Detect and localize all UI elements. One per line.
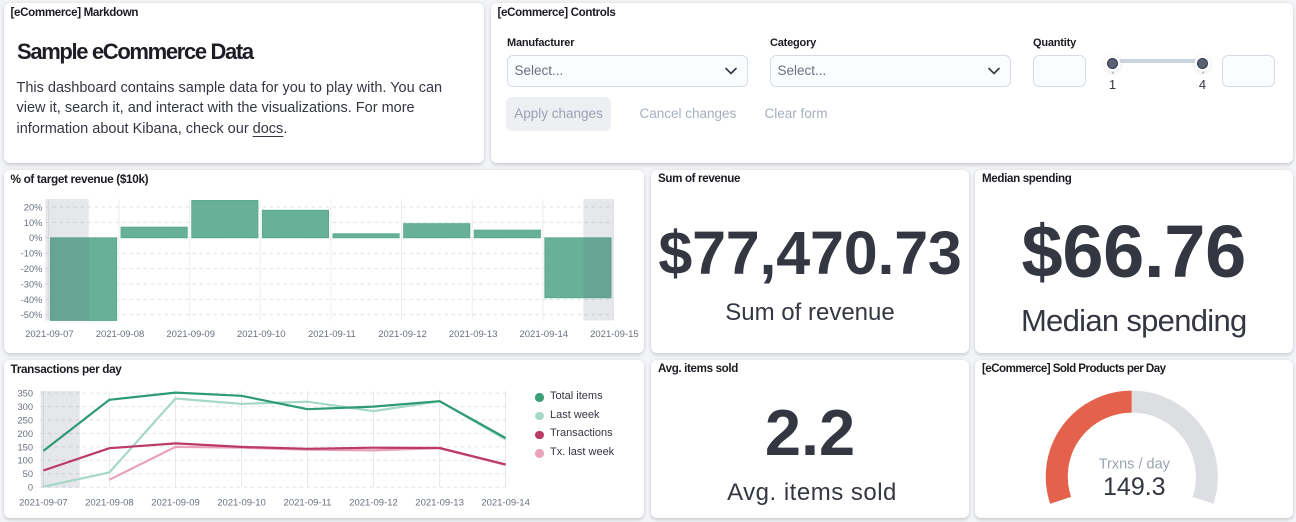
svg-text:250: 250 [17,415,33,425]
svg-text:0: 0 [27,483,32,493]
svg-text:2021-09-14: 2021-09-14 [481,497,530,508]
svg-text:10%: 10% [23,218,42,228]
svg-text:2021-09-13: 2021-09-13 [448,329,497,340]
svg-text:-20%: -20% [20,264,42,274]
svg-text:50: 50 [22,469,32,479]
svg-text:2021-09-10: 2021-09-10 [236,329,285,340]
svg-text:2021-09-07: 2021-09-07 [19,497,68,508]
svg-text:300: 300 [17,402,33,412]
svg-text:-10%: -10% [20,249,42,259]
svg-text:2021-09-09: 2021-09-09 [166,329,215,340]
svg-text:100: 100 [17,456,33,466]
svg-text:-40%: -40% [20,295,42,305]
svg-text:2021-09-08: 2021-09-08 [85,497,134,508]
svg-text:350: 350 [17,389,33,399]
svg-text:0%: 0% [28,233,41,243]
svg-text:20%: 20% [23,202,42,212]
svg-text:150: 150 [17,442,33,452]
svg-text:2021-09-12: 2021-09-12 [378,329,427,340]
svg-text:2021-09-09: 2021-09-09 [151,497,200,508]
svg-text:149.3: 149.3 [1103,473,1166,501]
svg-text:2021-09-11: 2021-09-11 [283,497,331,508]
svg-text:2021-09-12: 2021-09-12 [349,497,398,508]
svg-text:2021-09-10: 2021-09-10 [217,497,266,508]
svg-text:-50%: -50% [20,310,42,320]
svg-text:2021-09-11: 2021-09-11 [307,329,355,340]
svg-text:2021-09-13: 2021-09-13 [415,497,464,508]
svg-text:-30%: -30% [20,279,42,289]
svg-text:2021-09-08: 2021-09-08 [95,329,144,340]
svg-text:Trxns / day: Trxns / day [1099,457,1171,473]
svg-text:2021-09-15: 2021-09-15 [590,329,639,340]
svg-text:2021-09-07: 2021-09-07 [25,329,74,340]
svg-text:200: 200 [17,429,33,439]
svg-text:2021-09-14: 2021-09-14 [519,329,568,340]
